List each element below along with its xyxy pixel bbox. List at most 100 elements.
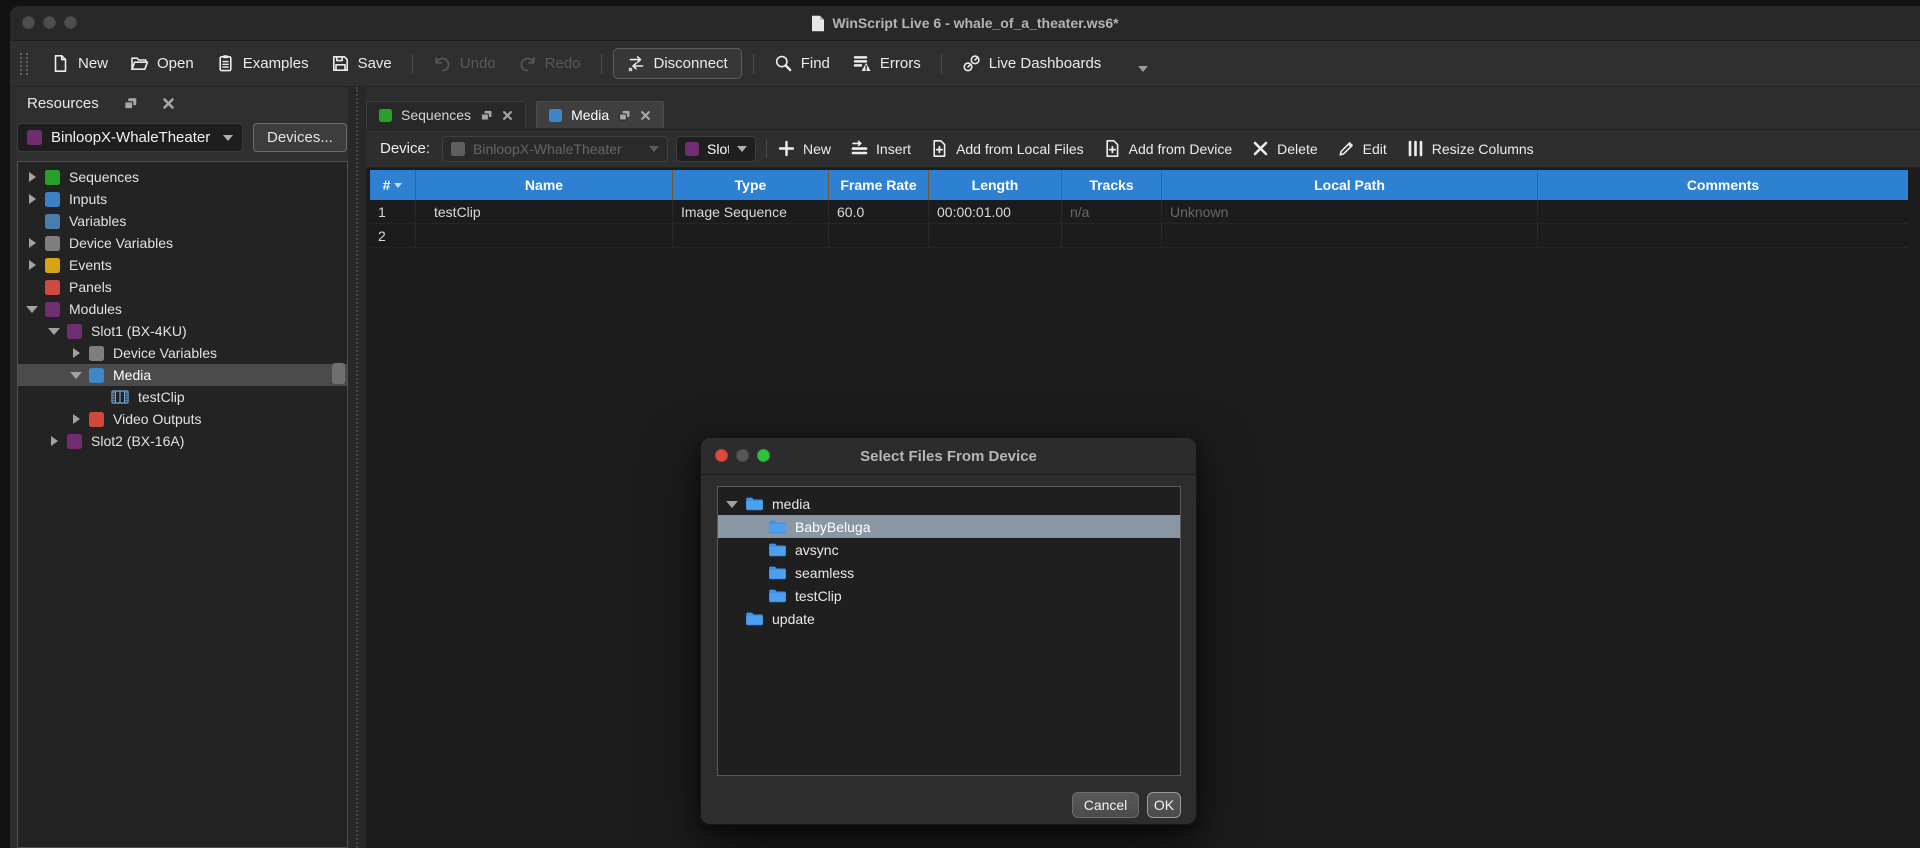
column-header-local-path[interactable]: Local Path bbox=[1162, 170, 1538, 200]
toolbar-button-disconnect[interactable]: Disconnect bbox=[613, 48, 742, 79]
toolbar-overflow-caret-icon[interactable] bbox=[1138, 66, 1148, 77]
column-header-comments[interactable]: Comments bbox=[1538, 170, 1908, 200]
tree-item-slot2-bx-16a[interactable]: Slot2 (BX-16A) bbox=[18, 430, 347, 452]
table-cell[interactable] bbox=[829, 224, 929, 248]
toolbar-button-save[interactable]: Save bbox=[320, 48, 403, 79]
table-cell[interactable] bbox=[673, 224, 829, 248]
dialog-tree-item-update[interactable]: update bbox=[718, 607, 1180, 630]
resource-color-swatch bbox=[89, 412, 104, 427]
slot-dropdown[interactable]: Slot1 bbox=[676, 136, 756, 162]
media-toolbar-button-add-from-local-files[interactable]: Add from Local Files bbox=[930, 139, 1084, 158]
media-toolbar-button-insert[interactable]: Insert bbox=[850, 139, 911, 158]
tree-item-panels[interactable]: Panels bbox=[18, 276, 347, 298]
column-header-frame-rate[interactable]: Frame Rate bbox=[829, 170, 929, 200]
tree-item-video-outputs[interactable]: Video Outputs bbox=[18, 408, 347, 430]
dialog-window-controls bbox=[715, 449, 770, 462]
table-cell[interactable] bbox=[1538, 224, 1908, 248]
media-toolbar-button-new[interactable]: New bbox=[777, 139, 831, 158]
media-toolbar-button-resize-columns[interactable]: Resize Columns bbox=[1406, 139, 1534, 158]
column-header-type[interactable]: Type bbox=[673, 170, 829, 200]
dialog-tree-item-media[interactable]: media bbox=[718, 492, 1180, 515]
table-cell[interactable] bbox=[416, 224, 673, 248]
tab-media[interactable]: Media bbox=[536, 101, 664, 128]
toolbar-button-find[interactable]: Find bbox=[763, 48, 841, 79]
media-toolbar-button-add-from-device[interactable]: Add from Device bbox=[1103, 139, 1232, 158]
toolbar-button-examples[interactable]: Examples bbox=[205, 48, 320, 79]
dialog-tree-item-avsync[interactable]: avsync bbox=[718, 538, 1180, 561]
panel-splitter[interactable] bbox=[348, 87, 366, 848]
table-cell[interactable] bbox=[1062, 224, 1162, 248]
toolbar-separator bbox=[753, 54, 754, 74]
tree-item-media[interactable]: Media bbox=[18, 364, 347, 386]
column-header-tracks[interactable]: Tracks bbox=[1062, 170, 1162, 200]
cancel-button[interactable]: Cancel bbox=[1072, 792, 1139, 818]
toolbar-button-open[interactable]: Open bbox=[119, 48, 205, 79]
clipboard-icon bbox=[216, 54, 235, 73]
tree-item-device-variables[interactable]: Device Variables bbox=[18, 342, 347, 364]
tree-item-device-variables[interactable]: Device Variables bbox=[18, 232, 347, 254]
float-panel-icon[interactable] bbox=[618, 109, 631, 122]
expand-arrow-icon[interactable] bbox=[26, 193, 38, 205]
tree-item-variables[interactable]: Variables bbox=[18, 210, 347, 232]
tree-item-slot1-bx-4ku[interactable]: Slot1 (BX-4KU) bbox=[18, 320, 347, 342]
main-toolbar-bar: NewOpenExamplesSaveUndoRedoDisconnectFin… bbox=[10, 41, 1920, 87]
table-cell[interactable]: Unknown bbox=[1162, 200, 1538, 224]
tree-item-modules[interactable]: Modules bbox=[18, 298, 347, 320]
tree-item-sequences[interactable]: Sequences bbox=[18, 166, 347, 188]
media-toolbar-button-delete[interactable]: Delete bbox=[1251, 139, 1317, 158]
tree-item-inputs[interactable]: Inputs bbox=[18, 188, 347, 210]
toolbar-button-live-dashboards[interactable]: Live Dashboards bbox=[951, 48, 1113, 79]
toolbar-button-errors[interactable]: Errors bbox=[841, 48, 932, 79]
float-panel-icon[interactable] bbox=[123, 96, 138, 111]
column-header-length[interactable]: Length bbox=[929, 170, 1062, 200]
dialog-tree-item-seamless[interactable]: seamless bbox=[718, 561, 1180, 584]
dialog-tree-item-babybeluga[interactable]: BabyBeluga bbox=[718, 515, 1180, 538]
dialog-tree-item-testclip[interactable]: testClip bbox=[718, 584, 1180, 607]
expand-arrow-icon[interactable] bbox=[26, 171, 38, 183]
expand-arrow-icon[interactable] bbox=[70, 347, 82, 359]
column-header-name[interactable]: Name bbox=[416, 170, 673, 200]
media-toolbar-button-edit[interactable]: Edit bbox=[1337, 139, 1387, 158]
collapse-arrow-icon[interactable] bbox=[48, 325, 60, 337]
close-panel-icon[interactable] bbox=[162, 97, 175, 110]
float-panel-icon[interactable] bbox=[480, 109, 493, 122]
expander-spacer bbox=[26, 215, 38, 227]
toolbar-separator bbox=[601, 54, 602, 74]
expand-arrow-icon[interactable] bbox=[26, 259, 38, 271]
table-cell[interactable]: 2 bbox=[370, 224, 416, 248]
table-cell[interactable] bbox=[1538, 200, 1908, 224]
tree-item-testclip[interactable]: testClip bbox=[18, 386, 347, 408]
ok-button[interactable]: OK bbox=[1147, 792, 1181, 818]
devices-button[interactable]: Devices... bbox=[253, 123, 347, 152]
toolbar-button-new[interactable]: New bbox=[40, 48, 119, 79]
table-cell[interactable]: testClip bbox=[416, 200, 673, 224]
tab-sequences[interactable]: Sequences bbox=[366, 101, 526, 128]
collapse-arrow-icon[interactable] bbox=[70, 369, 82, 381]
collapse-arrow-icon[interactable] bbox=[26, 303, 38, 315]
close-dialog-button[interactable] bbox=[715, 449, 728, 462]
close-tab-icon[interactable] bbox=[502, 110, 513, 121]
close-window-button[interactable] bbox=[22, 16, 35, 29]
expand-arrow-icon[interactable] bbox=[48, 435, 60, 447]
minimize-window-button[interactable] bbox=[43, 16, 56, 29]
chevron-down-icon bbox=[223, 135, 233, 146]
column-header-number[interactable]: # bbox=[370, 170, 416, 200]
table-cell[interactable] bbox=[929, 224, 1062, 248]
close-tab-icon[interactable] bbox=[640, 110, 651, 121]
table-cell[interactable]: Image Sequence bbox=[673, 200, 829, 224]
tree-item-events[interactable]: Events bbox=[18, 254, 347, 276]
zoom-dialog-button[interactable] bbox=[757, 449, 770, 462]
device-select-dropdown[interactable]: BinloopX-WhaleTheater bbox=[17, 123, 243, 152]
table-cell[interactable]: 00:00:01.00 bbox=[929, 200, 1062, 224]
table-cell[interactable]: n/a bbox=[1062, 200, 1162, 224]
table-cell[interactable]: 1 bbox=[370, 200, 416, 224]
zoom-window-button[interactable] bbox=[64, 16, 77, 29]
dialog-tree-item-label: media bbox=[772, 496, 810, 512]
collapse-arrow-icon[interactable] bbox=[726, 498, 738, 510]
tree-scrollbar-thumb[interactable] bbox=[332, 363, 345, 384]
table-cell[interactable] bbox=[1162, 224, 1538, 248]
expand-arrow-icon[interactable] bbox=[70, 413, 82, 425]
table-cell[interactable]: 60.0 bbox=[829, 200, 929, 224]
expand-arrow-icon[interactable] bbox=[26, 237, 38, 249]
toolbar-drag-handle[interactable] bbox=[20, 53, 28, 75]
